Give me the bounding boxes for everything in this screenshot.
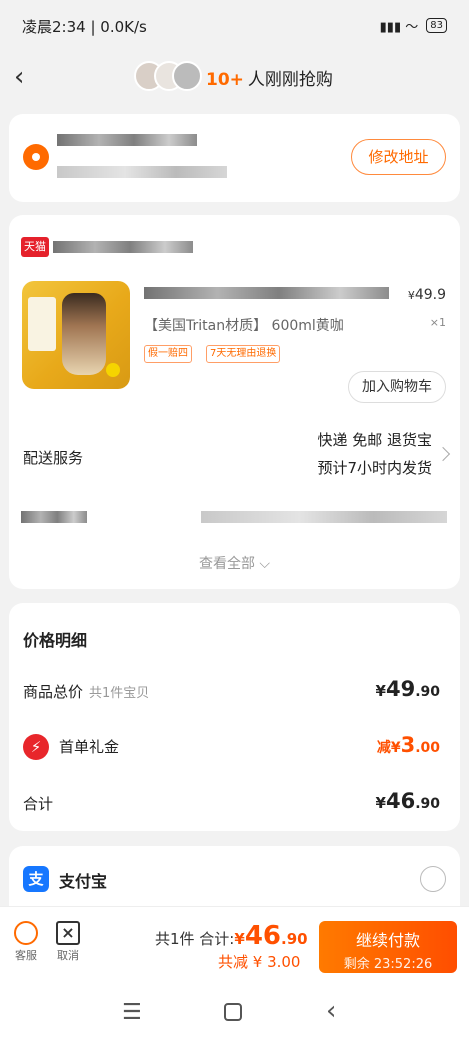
product-tag: 假一赔四 bbox=[144, 345, 192, 363]
chevron-right-icon[interactable] bbox=[435, 446, 451, 462]
nav-title: 10+ 人刚刚抢购 bbox=[206, 65, 333, 90]
alipay-radio[interactable] bbox=[420, 866, 446, 892]
order-card: 天猫 ¥49.9 【美国Tritan材质】 600ml黄咖 ×1 假一赔四 7天… bbox=[9, 215, 460, 589]
product-price: ¥49.9 bbox=[407, 287, 446, 303]
delivery-line1[interactable]: 快递 免邮 退货宝 bbox=[317, 429, 432, 450]
pay-label: 继续付款 bbox=[355, 931, 420, 950]
status-time: 凌晨2:34 | 0.0K/s bbox=[22, 18, 147, 36]
bottom-action-bar: 客服 × 取消 共1件 合计:¥46.90 共减 ¥ 3.00 继续付款 剩余 … bbox=[0, 906, 469, 984]
product-tag: 7天无理由退换 bbox=[206, 345, 281, 363]
customer-service-button[interactable]: 客服 bbox=[6, 921, 46, 963]
customer-service-icon bbox=[14, 921, 38, 945]
first-order-gift-value: 减¥3.00 bbox=[376, 733, 440, 757]
product-cup bbox=[62, 293, 106, 375]
edit-address-button[interactable]: 修改地址 bbox=[351, 139, 446, 175]
status-bar: 凌晨2:34 | 0.0K/s ▮▮▮ 〜 83 bbox=[0, 0, 469, 52]
product-quantity: ×1 bbox=[429, 316, 446, 329]
buyer-count: 10+ bbox=[206, 70, 244, 90]
back-button[interactable]: ‹ bbox=[14, 62, 40, 92]
delivery-line2[interactable]: 预计7小时内发货 bbox=[317, 457, 432, 478]
goods-total-value: ¥49.90 bbox=[375, 677, 440, 701]
first-order-gift-label: 首单礼金 bbox=[59, 738, 120, 756]
price-detail-title: 价格明细 bbox=[23, 631, 88, 650]
product-spec: 【美国Tritan材质】 600ml黄咖 bbox=[144, 318, 344, 334]
product-image[interactable] bbox=[22, 281, 130, 389]
product-title-redacted[interactable] bbox=[144, 287, 389, 299]
see-all-button[interactable]: 查看全部 ⌵ bbox=[9, 553, 460, 573]
lightning-icon: ⚡ bbox=[23, 734, 49, 760]
alipay-icon: 支 bbox=[23, 866, 49, 892]
cancel-icon: × bbox=[56, 921, 80, 945]
battery-icon: 83 bbox=[426, 18, 447, 33]
note-value-redacted[interactable] bbox=[201, 511, 447, 523]
goods-total-label: 商品总价 共1件宝贝 bbox=[23, 683, 150, 701]
buyer-avatars bbox=[134, 61, 202, 93]
delivery-label: 配送服务 bbox=[23, 449, 84, 467]
address-card[interactable]: 修改地址 bbox=[9, 114, 460, 202]
home-icon[interactable] bbox=[224, 1003, 242, 1021]
status-icons: ▮▮▮ 〜 83 bbox=[380, 16, 447, 35]
back-nav-icon[interactable]: ‹ bbox=[326, 996, 336, 1026]
price-detail-card: 价格明细 商品总价 共1件宝贝 ¥49.90 ⚡ 首单礼金 减¥3.00 合计 ¥… bbox=[9, 603, 460, 831]
tmall-badge: 天猫 bbox=[21, 237, 49, 257]
sum-label: 合计 bbox=[23, 795, 54, 813]
note-label-redacted bbox=[21, 511, 87, 523]
contact-line-redacted bbox=[57, 166, 227, 178]
system-nav-bar: ☰ ‹ bbox=[0, 984, 469, 1043]
location-pin-icon bbox=[23, 144, 49, 170]
product-ball bbox=[106, 363, 120, 377]
alipay-label: 支付宝 bbox=[59, 872, 108, 891]
pay-countdown: 剩余 23:52:26 bbox=[343, 957, 433, 972]
avatar bbox=[172, 61, 202, 91]
total-saved: 共减 ¥ 3.00 bbox=[218, 953, 301, 971]
address-line-redacted bbox=[57, 134, 197, 146]
shop-name-redacted[interactable] bbox=[53, 241, 193, 253]
add-to-cart-button[interactable]: 加入购物车 bbox=[348, 371, 446, 403]
menu-icon[interactable]: ☰ bbox=[122, 1000, 142, 1025]
cancel-order-button[interactable]: × 取消 bbox=[48, 921, 88, 963]
nav-bar: ‹ 10+ 人刚刚抢购 bbox=[0, 52, 469, 102]
product-box bbox=[28, 297, 56, 351]
signal-icon: ▮▮▮ 〜 bbox=[379, 20, 419, 35]
buyer-text: 人刚刚抢购 bbox=[247, 70, 333, 90]
order-total: 共1件 合计:¥46.90 bbox=[155, 921, 308, 951]
sum-value: ¥46.90 bbox=[375, 789, 440, 813]
continue-pay-button[interactable]: 继续付款 剩余 23:52:26 bbox=[319, 921, 457, 973]
